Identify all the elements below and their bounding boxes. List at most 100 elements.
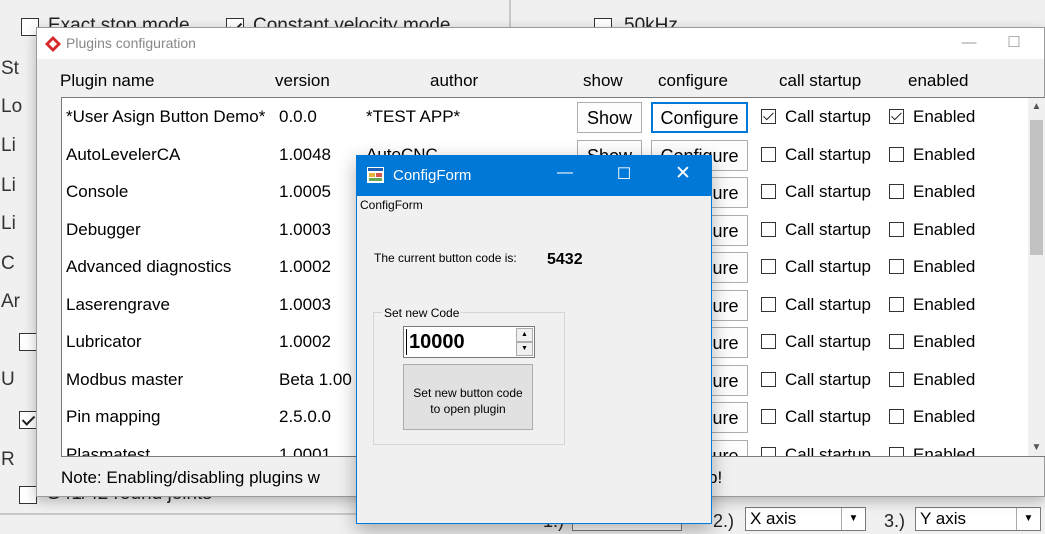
call-startup-checkbox[interactable] — [761, 296, 776, 312]
header-show: show — [583, 71, 623, 90]
enabled-checkbox[interactable] — [889, 146, 904, 162]
enabled-checkbox[interactable] — [889, 446, 904, 456]
side-label: C — [1, 253, 15, 274]
plugin-name: Laserengrave — [66, 294, 170, 314]
enabled-label: Enabled — [913, 257, 976, 276]
current-code-value: 5432 — [547, 251, 583, 268]
enabled-checkbox[interactable] — [889, 109, 904, 124]
enabled-checkbox[interactable] — [889, 259, 904, 274]
enabled-label: Enabled — [913, 332, 976, 351]
plugins-note: Note: Enabling/disabling plugins w p! — [61, 468, 722, 488]
side-checkbox[interactable] — [19, 411, 37, 429]
header-plugin-name: Plugin name — [60, 71, 155, 90]
side-label: Li — [1, 175, 16, 196]
header-author: author — [430, 71, 479, 90]
header-configure: configure — [658, 71, 728, 90]
call-startup-checkbox[interactable] — [761, 221, 776, 237]
plugin-version: 1.0003 — [279, 219, 331, 239]
call-startup-checkbox[interactable] — [761, 446, 776, 456]
column-headers: Plugin name version author show configur… — [37, 59, 1044, 91]
plugin-name: Pin mapping — [66, 407, 161, 426]
enabled-label: Enabled — [913, 144, 976, 164]
show-button[interactable]: Show — [577, 102, 642, 133]
call-startup-checkbox[interactable] — [761, 409, 776, 424]
plugin-version: 1.0002 — [279, 332, 331, 351]
vertical-scrollbar[interactable]: ▲ ▼ — [1028, 98, 1045, 456]
enabled-checkbox[interactable] — [889, 409, 904, 424]
scroll-down-icon[interactable]: ▼ — [1028, 439, 1045, 456]
call-startup-checkbox[interactable] — [761, 109, 776, 124]
maximize-icon[interactable]: ☐ — [609, 164, 639, 184]
call-startup-checkbox[interactable] — [761, 334, 776, 349]
minimize-icon[interactable]: — — [954, 31, 984, 55]
axis-3-prefix: 3.) — [884, 511, 906, 531]
call-startup-label: Call startup — [785, 257, 871, 276]
plugin-name: Debugger — [66, 219, 141, 239]
side-label: R — [1, 449, 15, 470]
dialog-titlebar[interactable]: ConfigForm — ☐ ✕ — [357, 156, 711, 196]
call-startup-label: Call startup — [785, 294, 871, 314]
enabled-label: Enabled — [913, 107, 976, 126]
window-title: Plugins configuration — [66, 35, 196, 51]
plugin-version: 1.0003 — [279, 294, 331, 314]
enabled-label: Enabled — [913, 294, 976, 314]
new-code-input[interactable] — [406, 329, 514, 355]
axis-2-select-value: X axis — [750, 509, 797, 528]
window-titlebar[interactable]: Plugins configuration — ☐ — [37, 28, 1044, 59]
call-startup-label: Call startup — [785, 369, 871, 389]
form-label: ConfigForm — [360, 198, 423, 212]
call-startup-checkbox[interactable] — [761, 259, 776, 274]
plugin-name: Console — [66, 182, 129, 201]
round-joints-checkbox[interactable] — [19, 486, 37, 504]
enabled-checkbox[interactable] — [889, 371, 904, 387]
enabled-label: Enabled — [913, 369, 976, 389]
spin-up-icon[interactable]: ▲ — [516, 328, 533, 342]
scrollbar-thumb[interactable] — [1030, 120, 1043, 255]
plugin-author: *TEST APP* — [366, 107, 461, 126]
call-startup-checkbox[interactable] — [761, 371, 776, 387]
call-startup-checkbox[interactable] — [761, 146, 776, 162]
plugin-version: Beta 1.00 — [279, 369, 352, 389]
dialog-title: ConfigForm — [393, 167, 472, 184]
maximize-icon[interactable]: ☐ — [999, 31, 1029, 55]
scroll-up-icon[interactable]: ▲ — [1028, 98, 1045, 115]
note-text-left: Note: Enabling/disabling plugins w — [61, 468, 320, 487]
enabled-checkbox[interactable] — [889, 184, 904, 199]
side-label: Li — [1, 135, 16, 156]
plugin-version: 1.0005 — [279, 182, 331, 201]
configure-button[interactable]: Configure — [651, 102, 748, 133]
spin-down-icon[interactable]: ▼ — [516, 342, 533, 356]
side-checkbox[interactable] — [19, 333, 37, 351]
plugin-version: 1.0002 — [279, 257, 331, 276]
call-startup-label: Call startup — [785, 219, 871, 239]
side-label: Ar — [1, 291, 20, 312]
plugin-name: Advanced diagnostics — [66, 257, 232, 276]
enabled-label: Enabled — [913, 407, 976, 426]
app-logo-icon — [45, 36, 61, 52]
plugin-version: 2.5.0.0 — [279, 407, 331, 426]
chevron-down-icon: ▼ — [1016, 508, 1040, 530]
config-form-dialog: ConfigForm — ☐ ✕ ConfigForm The current … — [356, 155, 712, 524]
plugin-version: 1.0001 — [279, 444, 331, 457]
axis-3-select[interactable]: Y axis ▼ — [915, 507, 1041, 531]
enabled-checkbox[interactable] — [889, 334, 904, 349]
enabled-checkbox[interactable] — [889, 221, 904, 237]
call-startup-label: Call startup — [785, 107, 871, 126]
minimize-icon[interactable]: — — [550, 164, 580, 182]
code-stepper[interactable]: ▲ ▼ — [403, 326, 535, 358]
side-label: Lo — [1, 96, 23, 117]
current-code-caption: The current button code is: — [374, 251, 517, 265]
plugin-name: *User Asign Button Demo* — [66, 107, 266, 126]
chevron-down-icon: ▼ — [841, 508, 865, 530]
enabled-label: Enabled — [913, 182, 976, 201]
call-startup-label: Call startup — [785, 444, 871, 457]
call-startup-checkbox[interactable] — [761, 184, 776, 199]
set-code-button[interactable]: Set new button code to open plugin — [403, 364, 533, 430]
group-caption: Set new Code — [382, 306, 462, 320]
form-icon — [367, 167, 384, 183]
side-label: Li — [1, 213, 16, 234]
axis-2-select[interactable]: X axis ▼ — [745, 507, 866, 531]
call-startup-label: Call startup — [785, 407, 871, 426]
close-icon[interactable]: ✕ — [668, 162, 698, 185]
enabled-checkbox[interactable] — [889, 296, 904, 312]
